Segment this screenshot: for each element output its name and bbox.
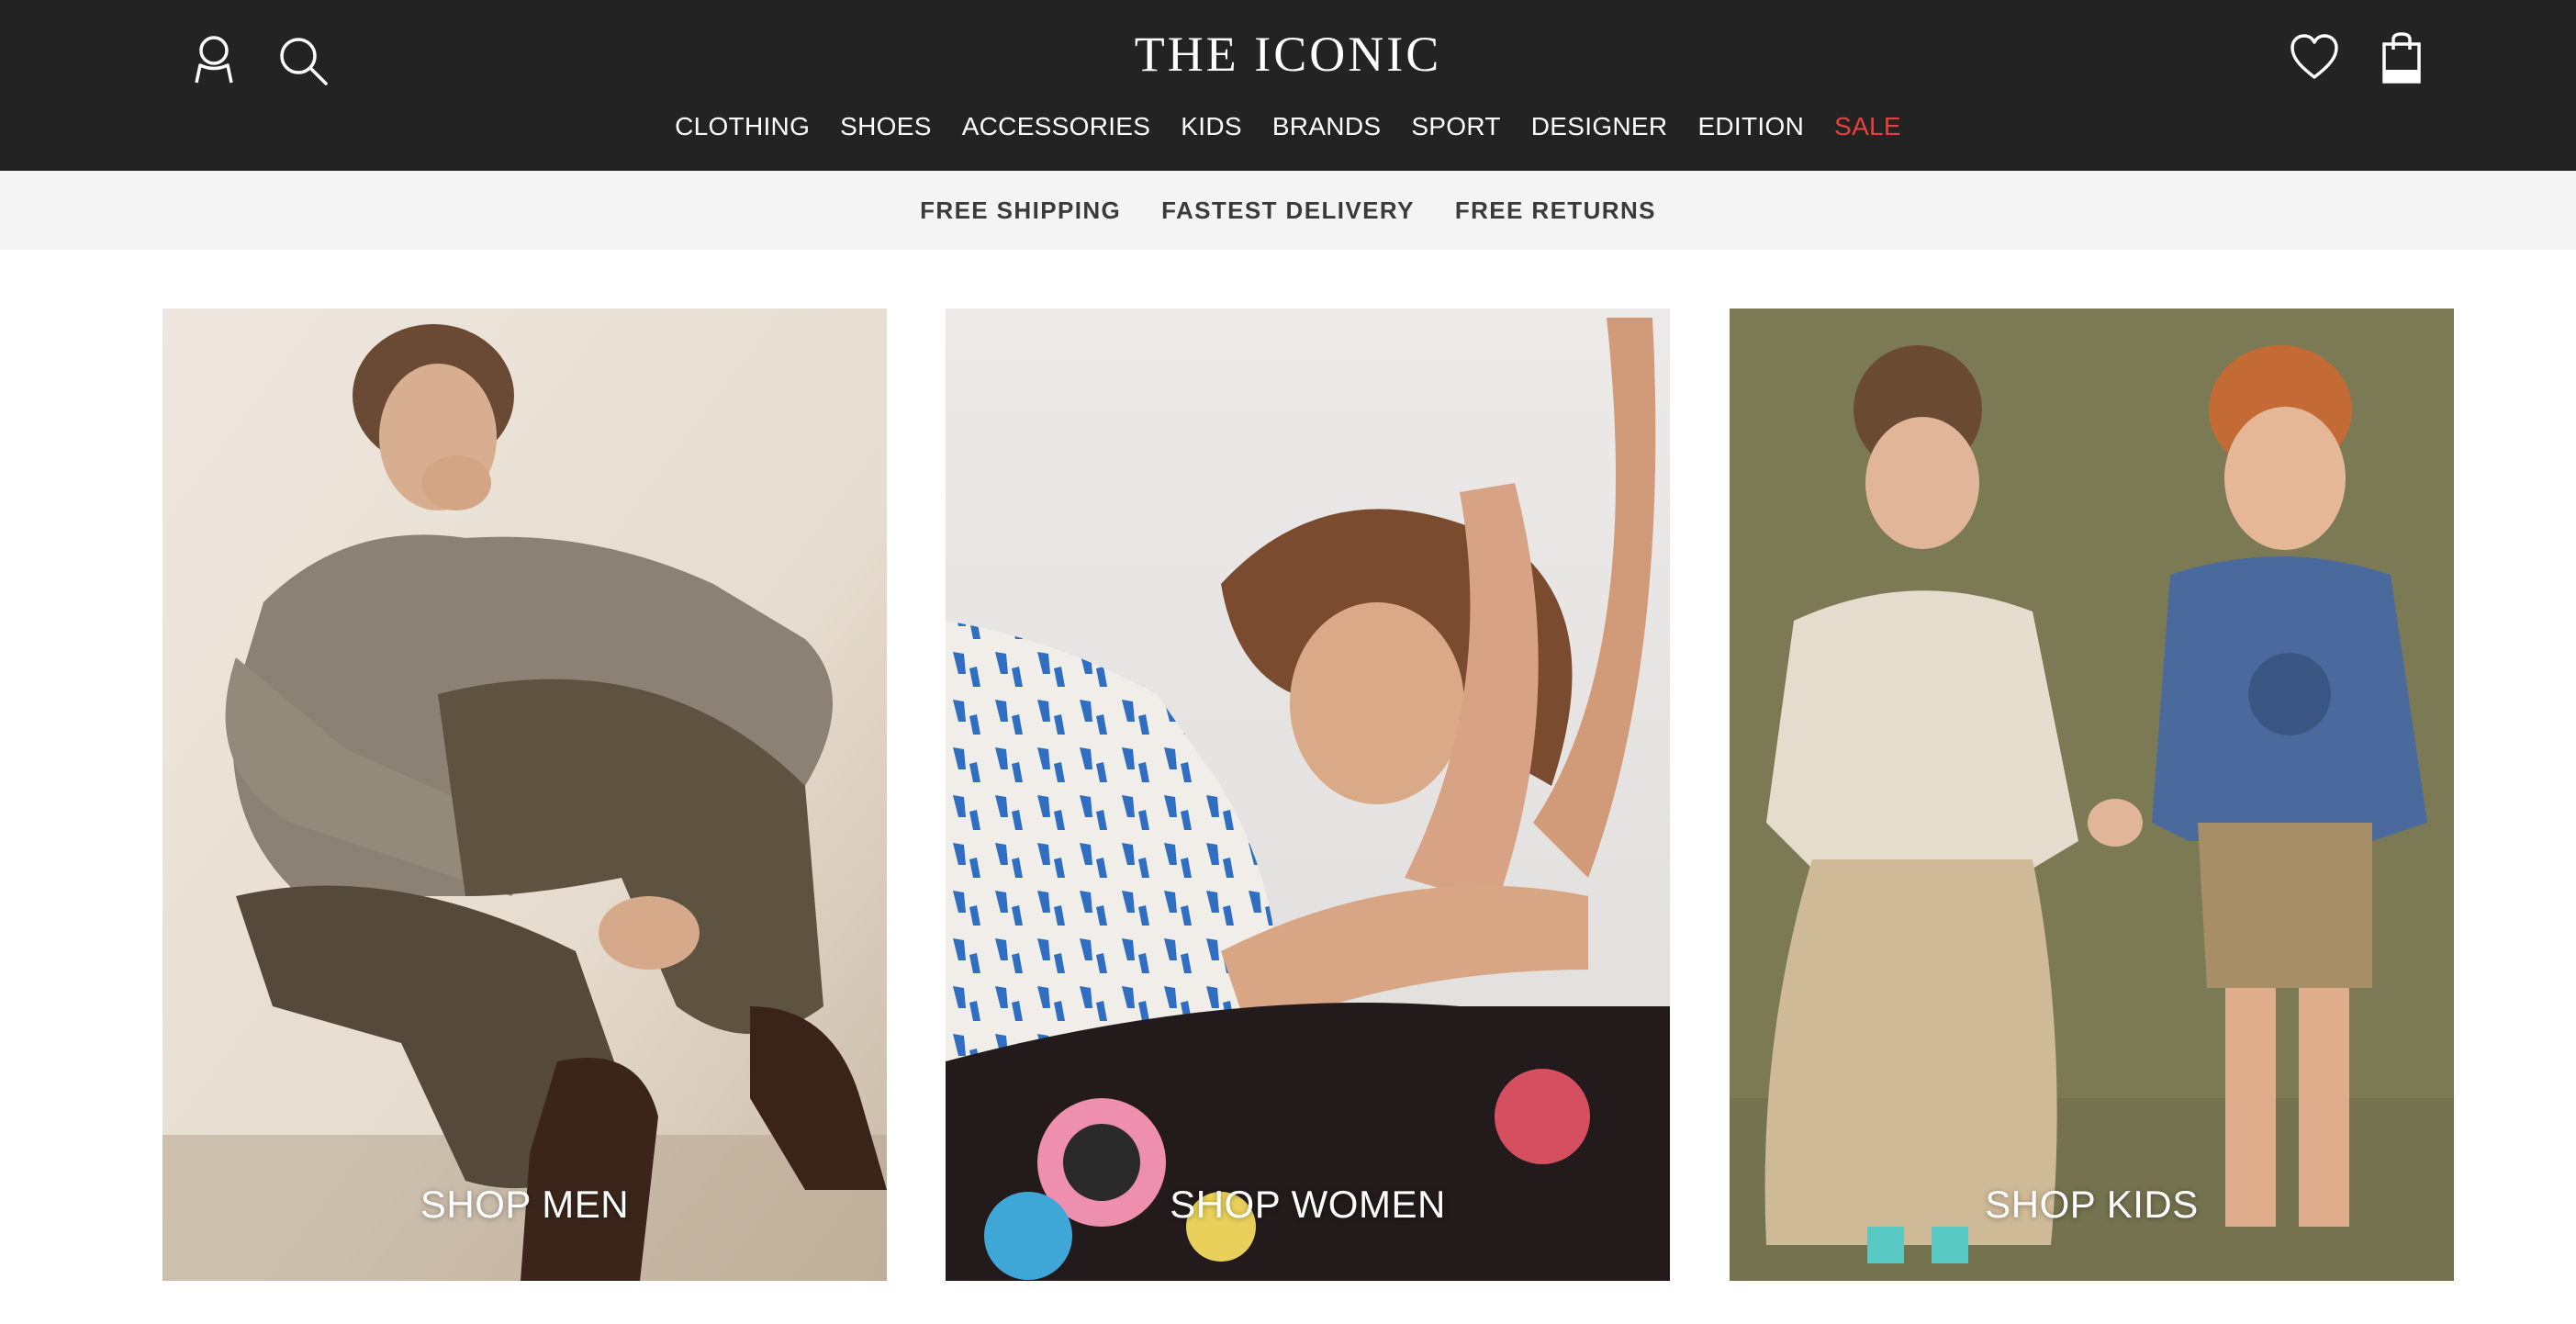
shop-men-image — [162, 309, 887, 1281]
nav-item-clothing[interactable]: CLOTHING — [675, 107, 810, 146]
shop-men-tile[interactable]: SHOP MEN — [162, 309, 887, 1281]
nav-item-brands[interactable]: BRANDS — [1272, 107, 1382, 146]
nav-item-designer[interactable]: DESIGNER — [1531, 107, 1668, 146]
nav-item-shoes[interactable]: SHOES — [840, 107, 932, 146]
main-nav: CLOTHING SHOES ACCESSORIES KIDS BRANDS S… — [0, 107, 2576, 146]
shop-kids-label: SHOP KIDS — [1985, 1183, 2199, 1226]
nav-item-accessories[interactable]: ACCESSORIES — [962, 107, 1151, 146]
shop-women-image — [946, 309, 1670, 1281]
shop-kids-image — [1730, 309, 2454, 1281]
shop-men-label: SHOP MEN — [420, 1183, 630, 1226]
promo-fastest-delivery[interactable]: FASTEST DELIVERY — [1161, 196, 1415, 225]
nav-item-sport[interactable]: SPORT — [1411, 107, 1500, 146]
nav-item-sale[interactable]: SALE — [1834, 107, 1901, 146]
search-icon[interactable] — [277, 35, 330, 88]
account-icon[interactable] — [191, 35, 237, 84]
shop-kids-tile[interactable]: SHOP KIDS — [1730, 309, 2454, 1281]
nav-item-kids[interactable]: KIDS — [1181, 107, 1242, 146]
site-logo[interactable]: THE ICONIC — [1104, 24, 1472, 84]
shop-women-tile[interactable]: SHOP WOMEN — [946, 309, 1670, 1281]
promo-free-returns[interactable]: FREE RETURNS — [1455, 196, 1656, 225]
promo-free-shipping[interactable]: FREE SHIPPING — [920, 196, 1121, 225]
wishlist-icon[interactable] — [2290, 33, 2339, 81]
site-header: THE ICONIC CLOTHING SHOES ACCESSORIES KI… — [0, 0, 2576, 171]
shop-women-label: SHOP WOMEN — [1170, 1183, 1446, 1226]
bag-icon[interactable] — [2381, 31, 2422, 84]
promo-bar: FREE SHIPPING FASTEST DELIVERY FREE RETU… — [0, 171, 2576, 250]
nav-item-edition[interactable]: EDITION — [1697, 107, 1804, 146]
